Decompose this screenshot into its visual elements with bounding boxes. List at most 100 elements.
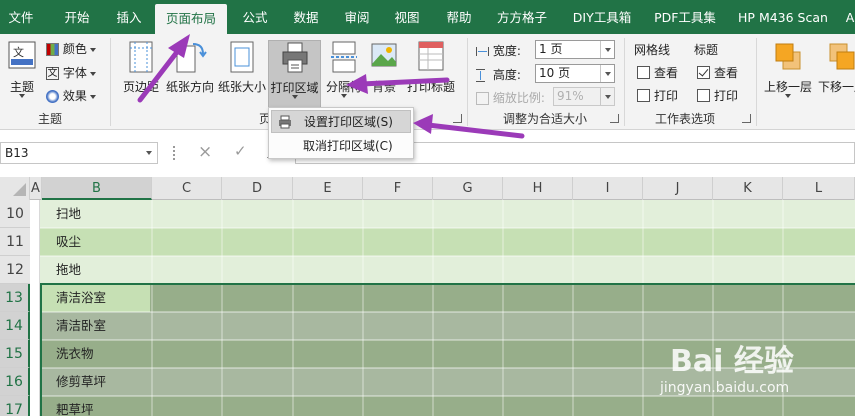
column-header-c[interactable]: C bbox=[152, 177, 222, 200]
effects-button[interactable]: 效果 bbox=[46, 87, 96, 104]
column-header-j[interactable]: J bbox=[643, 177, 713, 200]
orientation-button[interactable]: 纸张方向 bbox=[164, 40, 216, 106]
scale-input[interactable]: 91% bbox=[553, 87, 615, 106]
tab-data[interactable]: 数据 bbox=[283, 0, 329, 34]
row-header-13[interactable]: 13 bbox=[0, 284, 30, 312]
row-header-10[interactable]: 10 bbox=[0, 200, 30, 228]
colors-button[interactable]: 颜色 bbox=[46, 40, 96, 57]
row-headers: 10 11 12 13 14 15 16 17 bbox=[0, 200, 30, 416]
cancel-icon[interactable]: × bbox=[198, 142, 212, 162]
width-dropdown-icon[interactable] bbox=[600, 41, 614, 58]
bring-forward-icon bbox=[775, 43, 801, 70]
print-titles-button[interactable]: 打印标题 bbox=[404, 40, 458, 106]
column-header-a[interactable]: A bbox=[30, 177, 42, 200]
scale-dialog-launcher-icon[interactable] bbox=[610, 114, 619, 123]
tab-fangfang[interactable]: 方方格子 bbox=[489, 0, 555, 34]
print-area-menu: 设置打印区域(S) 取消打印区域(C) bbox=[268, 107, 414, 159]
send-backward-button[interactable]: 下移一层 bbox=[816, 40, 855, 106]
tab-home[interactable]: 开始 bbox=[52, 0, 102, 34]
name-box-dropdown-icon[interactable] bbox=[146, 151, 152, 155]
scale-group-label: 调整为合适大小 bbox=[502, 112, 587, 126]
themes-button[interactable]: 文 主题 bbox=[4, 40, 40, 106]
width-select[interactable]: 1 页 bbox=[535, 40, 615, 59]
colors-caret bbox=[89, 47, 96, 52]
tab-formulas[interactable]: 公式 bbox=[233, 0, 277, 34]
enter-icon[interactable]: ✓ bbox=[234, 142, 247, 160]
orientation-icon bbox=[176, 43, 207, 73]
group-divider bbox=[110, 38, 111, 126]
colors-icon bbox=[46, 43, 59, 56]
clear-print-area-item[interactable]: 取消打印区域(C) bbox=[271, 135, 411, 158]
width-icon bbox=[476, 47, 489, 56]
name-box[interactable]: B13 bbox=[0, 142, 158, 164]
column-header-e[interactable]: E bbox=[293, 177, 363, 200]
headings-view-checkbox[interactable] bbox=[697, 66, 710, 79]
row-header-14[interactable]: 14 bbox=[0, 312, 30, 340]
gridlines-print-label: 打印 bbox=[654, 89, 679, 103]
scale-spinner-icon[interactable] bbox=[600, 88, 614, 105]
gridlines-print-checkbox[interactable] bbox=[637, 89, 650, 102]
column-header-d[interactable]: D bbox=[222, 177, 293, 200]
tab-insert[interactable]: 插入 bbox=[106, 0, 152, 34]
gridlines-heading: 网格线 bbox=[634, 43, 671, 57]
formula-bar: B13 × ✓ fx bbox=[0, 130, 855, 177]
row-header-12[interactable]: 12 bbox=[0, 256, 30, 284]
column-header-g[interactable]: G bbox=[433, 177, 503, 200]
set-print-area-item[interactable]: 设置打印区域(S) bbox=[271, 110, 411, 133]
column-header-l[interactable]: L bbox=[783, 177, 855, 200]
sheet-options-dialog-launcher-icon[interactable] bbox=[742, 114, 751, 123]
bring-forward-caret bbox=[785, 94, 791, 98]
page-setup-dialog-launcher-icon[interactable] bbox=[453, 114, 462, 123]
column-header-b[interactable]: B bbox=[42, 177, 152, 200]
height-dropdown-icon[interactable] bbox=[600, 65, 614, 82]
tab-pdf-tools[interactable]: PDF工具集 bbox=[648, 0, 722, 34]
select-all-corner[interactable] bbox=[0, 177, 30, 200]
breaks-button[interactable]: 分隔符 bbox=[322, 40, 366, 106]
fonts-icon: 文 bbox=[46, 67, 59, 80]
row-header-17[interactable]: 17 bbox=[0, 396, 30, 416]
fonts-caret bbox=[89, 71, 96, 76]
print-area-caret bbox=[291, 95, 298, 99]
column-header-h[interactable]: H bbox=[503, 177, 573, 200]
effects-icon bbox=[46, 90, 59, 103]
headings-view-label: 查看 bbox=[714, 66, 739, 80]
breaks-caret bbox=[341, 94, 347, 98]
tab-view[interactable]: 视图 bbox=[385, 0, 429, 34]
size-button[interactable]: 纸张大小 bbox=[216, 40, 268, 106]
row-header-15[interactable]: 15 bbox=[0, 340, 30, 368]
group-divider bbox=[756, 38, 757, 126]
breaks-icon bbox=[331, 41, 357, 73]
tab-review[interactable]: 审阅 bbox=[335, 0, 379, 34]
column-a-strip[interactable] bbox=[30, 200, 40, 416]
tab-help[interactable]: 帮助 bbox=[437, 0, 481, 34]
bring-forward-button[interactable]: 上移一层 bbox=[762, 40, 814, 106]
column-header-i[interactable]: I bbox=[573, 177, 643, 200]
tab-overflow[interactable]: A bbox=[840, 0, 855, 34]
tab-diy-toolbox[interactable]: DIY工具箱 bbox=[563, 0, 641, 34]
effects-caret bbox=[89, 94, 96, 99]
tab-file[interactable]: 文件 bbox=[0, 0, 42, 34]
fonts-button[interactable]: 文 字体 bbox=[46, 64, 96, 81]
column-header-k[interactable]: K bbox=[713, 177, 783, 200]
gridlines-view-checkbox[interactable] bbox=[637, 66, 650, 79]
tab-page-layout[interactable]: 页面布局 bbox=[155, 4, 227, 34]
select-all-triangle-icon bbox=[13, 183, 26, 196]
background-button[interactable]: 背景 bbox=[366, 40, 402, 106]
svg-text:文: 文 bbox=[13, 45, 24, 59]
theme-group-label: 主题 bbox=[37, 112, 62, 126]
headings-print-checkbox[interactable] bbox=[697, 89, 710, 102]
height-select[interactable]: 10 页 bbox=[535, 64, 615, 83]
tab-hp-scan[interactable]: HP M436 Scan bbox=[730, 0, 836, 34]
themes-dropdown-caret bbox=[19, 94, 25, 98]
height-row: 高度: bbox=[476, 66, 521, 83]
themes-icon: 文 bbox=[8, 41, 36, 69]
column-headers: A B C D E F G H I J K L bbox=[0, 177, 855, 200]
print-area-button[interactable]: 打印区域 bbox=[268, 40, 321, 110]
baidu-watermark: Bai 经验 jingyan.baidu.com bbox=[660, 336, 820, 406]
scale-icon bbox=[476, 92, 489, 105]
column-header-f[interactable]: F bbox=[363, 177, 433, 200]
row-header-11[interactable]: 11 bbox=[0, 228, 30, 256]
margins-button[interactable]: 页边距 bbox=[118, 40, 164, 106]
formula-bar-grip-icon[interactable] bbox=[173, 146, 175, 160]
row-header-16[interactable]: 16 bbox=[0, 368, 30, 396]
